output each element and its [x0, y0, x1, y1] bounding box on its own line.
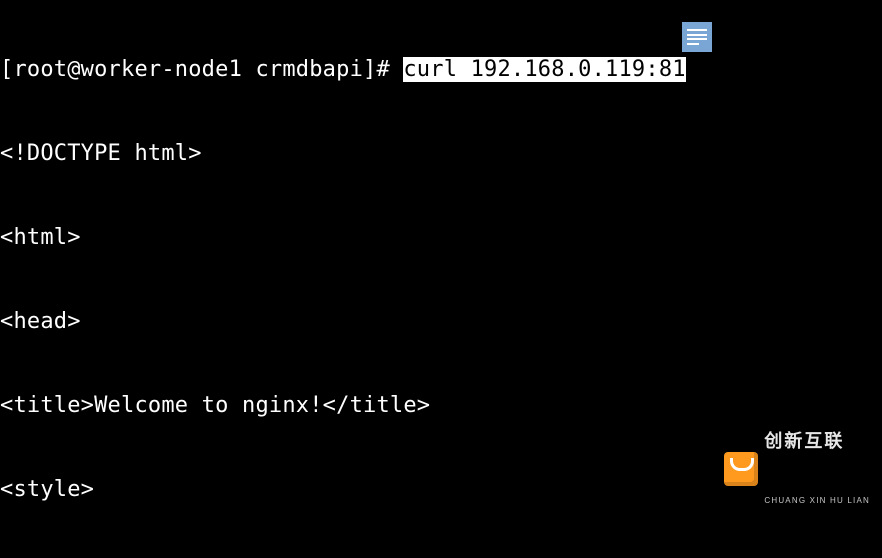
- output-line: <style>: [0, 476, 882, 504]
- shell-prompt: [root@worker-node1 crmdbapi]#: [0, 57, 403, 82]
- watermark-cn: 创新互联: [764, 432, 870, 451]
- output-line: <head>: [0, 308, 882, 336]
- output-line: <!DOCTYPE html>: [0, 140, 882, 168]
- shell-command-selected[interactable]: curl 192.168.0.119:81: [403, 57, 685, 82]
- prompt-line: [root@worker-node1 crmdbapi]# curl 192.1…: [0, 56, 882, 84]
- terminal-window[interactable]: [root@worker-node1 crmdbapi]# curl 192.1…: [0, 0, 882, 558]
- output-line: <title>Welcome to nginx!</title>: [0, 392, 882, 420]
- text-selection-indicator-icon: [682, 22, 712, 52]
- output-line: <html>: [0, 224, 882, 252]
